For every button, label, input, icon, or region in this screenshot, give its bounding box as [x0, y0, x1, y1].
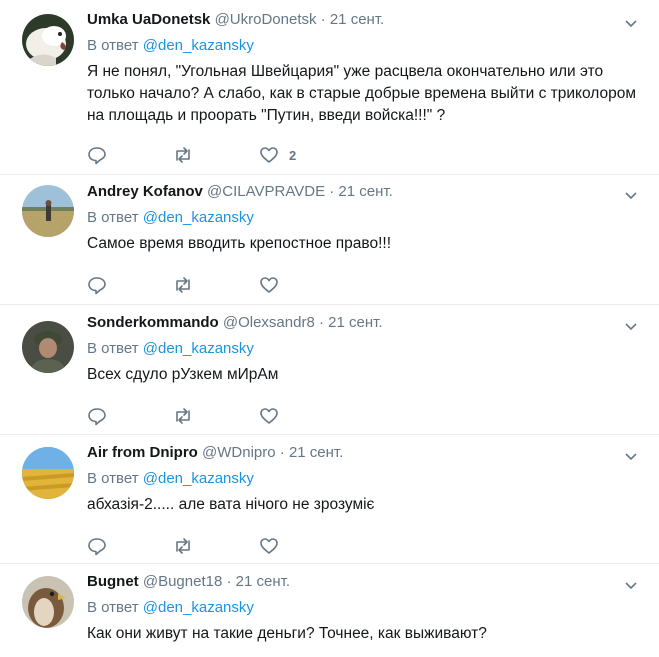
author-handle[interactable]: @Olexsandr8: [223, 314, 315, 331]
tweet: Umka UaDonetsk @UkroDonetsk · 21 сент. В…: [0, 0, 659, 175]
like-button[interactable]: [259, 536, 345, 556]
tweet-date[interactable]: 21 сент.: [328, 314, 382, 331]
reply-icon: [88, 147, 106, 165]
tweet: Air from Dnipro @WDnipro · 21 сент. В от…: [0, 435, 659, 564]
retweet-icon: [176, 538, 190, 554]
author-handle[interactable]: @WDnipro: [202, 444, 276, 461]
tweet-text: Как они живут на такие деньги? Точнее, к…: [87, 625, 487, 642]
reply-context: В ответ @den_kazansky: [87, 208, 639, 228]
mention-link[interactable]: @den_kazansky: [143, 599, 254, 616]
retweet-button[interactable]: [173, 406, 259, 426]
retweet-button[interactable]: [173, 145, 259, 165]
author-name[interactable]: Sonderkommando: [87, 314, 219, 331]
author-handle[interactable]: @UkroDonetsk: [215, 11, 317, 28]
reply-icon: [88, 408, 106, 426]
retweet-button[interactable]: [173, 275, 259, 295]
reply-context: В ответ @den_kazansky: [87, 598, 639, 618]
separator-dot: ·: [226, 573, 232, 590]
reply-button[interactable]: [87, 275, 173, 295]
retweet-icon: [176, 408, 190, 424]
author-name[interactable]: Bugnet: [87, 573, 139, 590]
tweet-actions: 2: [87, 145, 345, 165]
tweet: Andrey Kofanov @CILAVPRAVDE · 21 сент. В…: [0, 175, 659, 305]
tweet-text: абхазія-2..... але вата нічого не зрозум…: [87, 496, 375, 513]
hawk-avatar-image: [22, 576, 74, 628]
tweet-actions: [87, 275, 345, 295]
mention-link[interactable]: @den_kazansky: [143, 340, 254, 357]
separator-dot: ·: [320, 11, 326, 28]
reply-prefix: В ответ: [87, 209, 139, 226]
author-name[interactable]: Andrey Kofanov: [87, 183, 203, 200]
reply-button[interactable]: [87, 536, 173, 556]
like-count: 2: [289, 147, 297, 163]
tweet-text: Я не понял, "Угольная Швейцария" уже рас…: [87, 63, 637, 124]
separator-dot: ·: [329, 183, 335, 200]
avatar[interactable]: [22, 576, 74, 628]
tweet-header: Air from Dnipro @WDnipro · 21 сент.: [87, 443, 639, 463]
reply-prefix: В ответ: [87, 470, 139, 487]
tweet-date[interactable]: 21 сент.: [236, 573, 290, 590]
tweet-header: Sonderkommando @Olexsandr8 · 21 сент.: [87, 313, 639, 333]
tweet-header: Bugnet @Bugnet18 · 21 сент.: [87, 572, 639, 592]
mention-link[interactable]: @den_kazansky: [143, 470, 254, 487]
avatar[interactable]: [22, 185, 74, 237]
reply-context: В ответ @den_kazansky: [87, 36, 639, 56]
reply-icon: [88, 277, 106, 295]
tweet: Bugnet @Bugnet18 · 21 сент. В ответ @den…: [0, 564, 659, 657]
landscape-person-avatar-image: [22, 185, 74, 237]
reply-context: В ответ @den_kazansky: [87, 469, 639, 489]
like-button[interactable]: [259, 406, 345, 426]
avatar[interactable]: [22, 321, 74, 373]
tweet: Sonderkommando @Olexsandr8 · 21 сент. В …: [0, 305, 659, 435]
reply-prefix: В ответ: [87, 599, 139, 616]
wheat-field-avatar-image: [22, 447, 74, 499]
tweet-date[interactable]: 21 сент.: [338, 183, 392, 200]
reply-prefix: В ответ: [87, 340, 139, 357]
tweet-text: Самое время вводить крепостное право!!!: [87, 235, 392, 252]
heart-icon: [260, 408, 278, 424]
retweet-icon: [176, 277, 190, 293]
tweet-text: Всех сдуло рУзкем мИрАм: [87, 366, 279, 383]
tweet-header: Umka UaDonetsk @UkroDonetsk · 21 сент.: [87, 10, 639, 30]
heart-icon: [260, 277, 278, 293]
tweet-date[interactable]: 21 сент.: [289, 444, 343, 461]
retweet-icon: [176, 147, 190, 163]
avatar[interactable]: [22, 14, 74, 66]
tweet-header: Andrey Kofanov @CILAVPRAVDE · 21 сент.: [87, 182, 639, 202]
separator-dot: ·: [318, 314, 324, 331]
mention-link[interactable]: @den_kazansky: [143, 37, 254, 54]
polar-bear-avatar-image: [22, 14, 74, 66]
tweet-actions: [87, 536, 345, 556]
author-name[interactable]: Air from Dnipro: [87, 444, 198, 461]
author-handle[interactable]: @Bugnet18: [143, 573, 222, 590]
like-button[interactable]: 2: [259, 145, 345, 165]
avatar[interactable]: [22, 447, 74, 499]
reply-context: В ответ @den_kazansky: [87, 339, 639, 359]
soldier-avatar-image: [22, 321, 74, 373]
reply-button[interactable]: [87, 406, 173, 426]
retweet-button[interactable]: [173, 536, 259, 556]
reply-prefix: В ответ: [87, 37, 139, 54]
mention-link[interactable]: @den_kazansky: [143, 209, 254, 226]
like-button[interactable]: [259, 275, 345, 295]
heart-icon: [260, 147, 278, 163]
author-name[interactable]: Umka UaDonetsk: [87, 11, 210, 28]
separator-dot: ·: [279, 444, 285, 461]
reply-button[interactable]: [87, 145, 173, 165]
author-handle[interactable]: @CILAVPRAVDE: [207, 183, 325, 200]
tweet-actions: [87, 406, 345, 426]
reply-icon: [88, 538, 106, 556]
tweet-date[interactable]: 21 сент.: [330, 11, 384, 28]
heart-icon: [260, 538, 278, 554]
